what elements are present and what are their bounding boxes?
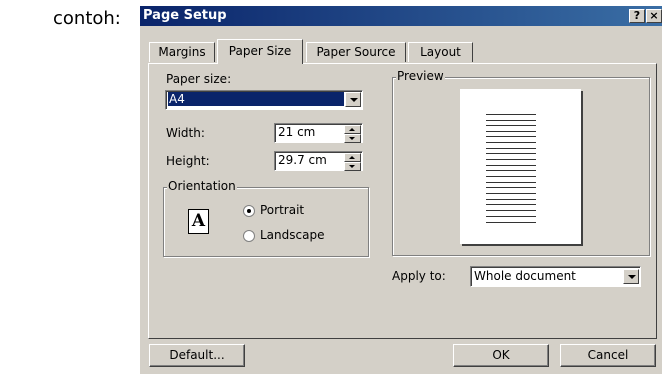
help-button[interactable]: ? [629, 9, 645, 23]
page-setup-dialog: Page Setup ? × Margins Paper Size Paper … [139, 5, 662, 374]
landscape-radio[interactable] [243, 230, 255, 242]
portrait-radio[interactable] [243, 205, 255, 217]
paper-size-value: A4 [168, 92, 344, 106]
tab-margins-label: Margins [158, 45, 206, 59]
landscape-label[interactable]: Landscape [260, 228, 324, 242]
paper-size-dropdown-icon[interactable] [345, 92, 361, 107]
apply-to-select[interactable]: Whole document [470, 266, 641, 287]
preview-label: Preview [396, 69, 445, 83]
orientation-label: Orientation [167, 179, 237, 193]
portrait-label[interactable]: Portrait [260, 203, 304, 217]
tab-layout[interactable]: Layout [408, 42, 473, 62]
tab-paper-source-label: Paper Source [316, 45, 396, 59]
tab-margins[interactable]: Margins [149, 42, 215, 62]
tab-layout-label: Layout [420, 45, 461, 59]
paper-size-select[interactable]: A4 [165, 90, 363, 110]
tab-paper-size-label: Paper Size [228, 44, 292, 58]
height-down-icon[interactable] [344, 162, 361, 171]
width-label: Width: [166, 126, 205, 140]
preview-page [460, 89, 581, 244]
width-field[interactable]: 21 cm [274, 123, 363, 143]
width-up-icon[interactable] [344, 125, 361, 134]
height-up-icon[interactable] [344, 153, 361, 162]
default-button[interactable]: Default... [149, 344, 245, 367]
paper-size-label: Paper size: [166, 72, 232, 86]
height-value: 29.7 cm [278, 153, 327, 167]
apply-to-label: Apply to: [392, 269, 446, 283]
width-down-icon[interactable] [344, 134, 361, 143]
height-field[interactable]: 29.7 cm [274, 151, 363, 171]
dialog-title: Page Setup [143, 8, 227, 23]
width-spinner[interactable] [344, 125, 361, 143]
apply-to-dropdown-icon[interactable] [623, 269, 639, 284]
title-bar: Page Setup ? × [140, 6, 662, 26]
portrait-orientation-icon: A [188, 209, 209, 234]
tab-paper-size[interactable]: Paper Size [217, 39, 303, 64]
height-spinner[interactable] [344, 153, 361, 171]
height-label: Height: [166, 154, 210, 168]
ok-button[interactable]: OK [453, 344, 549, 367]
cancel-button[interactable]: Cancel [560, 344, 656, 367]
caption-text: contoh: [53, 8, 121, 29]
close-button[interactable]: × [646, 9, 662, 23]
tab-paper-source[interactable]: Paper Source [306, 42, 406, 62]
width-value: 21 cm [278, 125, 316, 139]
apply-to-value: Whole document [474, 269, 576, 283]
